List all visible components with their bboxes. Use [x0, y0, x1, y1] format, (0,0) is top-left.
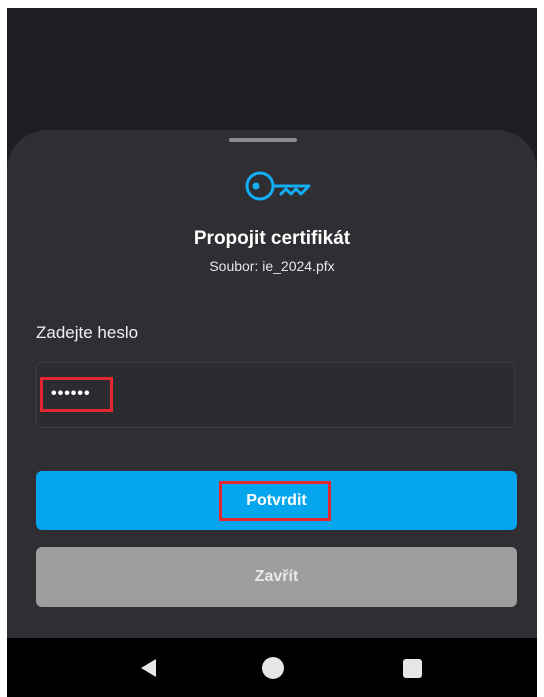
- bottom-sheet: Propojit certifikát Soubor: ie_2024.pfx …: [7, 130, 537, 638]
- back-triangle-icon[interactable]: [141, 659, 156, 677]
- recents-square-icon[interactable]: [403, 659, 422, 678]
- highlight-box: [40, 377, 113, 412]
- dialog-subtitle: Soubor: ie_2024.pfx: [209, 258, 335, 274]
- password-input[interactable]: ••••••: [36, 362, 515, 428]
- password-label: Zadejte heslo: [36, 323, 139, 342]
- drag-handle[interactable]: [229, 138, 297, 142]
- home-circle-icon[interactable]: [262, 657, 284, 679]
- confirm-button[interactable]: Potvrdit: [36, 471, 517, 530]
- screenshot: Propojit certifikát Soubor: ie_2024.pfx …: [0, 0, 544, 697]
- phone-screen: Propojit certifikát Soubor: ie_2024.pfx …: [7, 8, 537, 697]
- key-icon: [245, 171, 311, 201]
- system-navigation-bar: [7, 638, 537, 697]
- dialog-title: Propojit certifikát: [193, 228, 351, 249]
- close-button-label: Zavřít: [254, 568, 299, 585]
- highlight-box: [219, 481, 331, 521]
- close-button[interactable]: Zavřít: [36, 547, 517, 607]
